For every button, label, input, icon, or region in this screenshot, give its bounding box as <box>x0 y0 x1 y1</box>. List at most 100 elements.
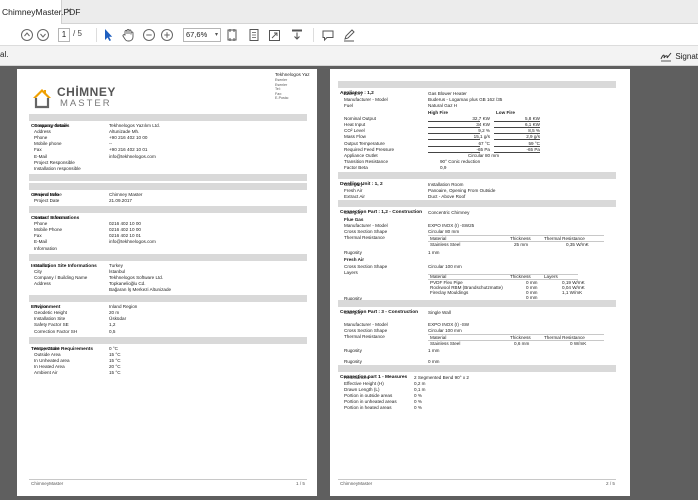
field-value: 20 m <box>109 310 120 316</box>
pen-icon[interactable] <box>342 27 356 43</box>
field-value: 1 mm <box>428 249 440 255</box>
field-label: Thermal Resistance <box>344 235 385 241</box>
field-value: 0216 402 10 00 <box>109 227 141 233</box>
field-value: 80 mm <box>485 153 500 158</box>
field-label: Installation responsible <box>34 165 81 171</box>
field-label: Drawn Length (L) <box>344 386 380 392</box>
page-number-input[interactable]: 1 <box>58 28 70 42</box>
zoom-level-value: 67,6% <box>186 30 208 39</box>
signature-button[interactable]: Signat <box>660 50 698 62</box>
field-value: Circular <box>468 153 484 158</box>
field-label: Required Feed Pressure <box>344 146 395 152</box>
field-value: info@tekhnelogos.com <box>109 239 156 245</box>
field-label: Manufacturer - Model <box>344 321 388 327</box>
field-value: 0216 402 10 00 <box>109 221 141 227</box>
single-page-icon[interactable] <box>248 27 260 43</box>
divider-line <box>338 479 616 480</box>
field-label: Category <box>344 309 363 315</box>
field-value: 0 % <box>414 399 422 404</box>
field-label: Information <box>34 245 57 251</box>
hand-tool-icon[interactable] <box>121 27 135 43</box>
field-value: 0 °C <box>109 345 118 351</box>
field-value: 15 °C <box>109 351 121 357</box>
field-label: Ambient Air <box>34 370 58 375</box>
close-tab-icon[interactable]: × <box>66 6 72 17</box>
comment-icon[interactable] <box>321 27 335 43</box>
field-label: E-Mail <box>34 239 48 245</box>
page-total: / 5 <box>73 29 82 38</box>
material-cell: Stainless Steel <box>430 241 461 247</box>
field-label: Manufacturer - Model <box>344 97 388 103</box>
field-value: Turkey <box>109 262 123 268</box>
field-label: Extract Air <box>344 194 365 199</box>
chevron-down-icon: ▾ <box>214 32 218 38</box>
zoom-in-icon[interactable] <box>160 27 174 43</box>
select-tool-icon[interactable] <box>102 27 114 43</box>
field-label: Thermal Resistance <box>344 334 385 340</box>
field-value: info@tekhnelogos.com <box>109 153 156 159</box>
field-label: Project Responsible <box>34 159 75 165</box>
field-label: Mass Flow <box>344 134 366 140</box>
field-value: -- <box>109 141 113 147</box>
field-label: Layers <box>344 269 358 275</box>
pdf-page-2: Appliance : 1,2 Category Gas Blower Heater… <box>330 69 630 496</box>
document-tab[interactable]: ChimneyMaster.PDF <box>0 0 80 24</box>
field-value: 0216 402 10 01 <box>109 233 141 239</box>
fit-page-icon[interactable] <box>226 27 238 43</box>
field-label: Category <box>344 181 363 187</box>
field-value: Üsküdar <box>109 316 127 322</box>
zoom-level-select[interactable]: 67,6% ▾ <box>183 28 221 42</box>
field-label: Portion in unheated areas <box>344 399 397 404</box>
thickness-cell: 0,6 mm <box>514 340 530 346</box>
fresh-air-label: Fresh Air <box>344 256 364 262</box>
chimney-master-logo-icon <box>33 89 51 109</box>
field-label: E-Mail <box>34 153 48 159</box>
field-value: 15 °C <box>109 357 121 363</box>
field-label: Project Date <box>34 197 60 203</box>
field-value: Concentric Chimney <box>428 210 470 216</box>
page-up-icon[interactable] <box>20 27 34 43</box>
header-address-line: E-Posta: <box>275 96 289 100</box>
field-label: Category <box>344 210 363 216</box>
toolbar-divider <box>313 28 314 42</box>
field-value: Single Wall <box>428 309 451 315</box>
field-label: Installation Site <box>34 316 66 322</box>
section-header: General Info <box>29 182 307 198</box>
document-viewport[interactable]: CHİMNEY MASTER Tekhnelogos Yaz Esenler Esenl… <box>0 66 698 500</box>
logo-bottom-text: MASTER <box>60 98 112 109</box>
tab-bar: ChimneyMaster.PDF × <box>0 0 698 24</box>
page-footer-left: ChimneyMaster <box>31 481 64 486</box>
field-value: 0,9 <box>440 165 447 171</box>
field-label: CO² Level <box>344 128 365 134</box>
field-label: Fax <box>34 147 42 153</box>
section-header: Connection Part : 1,2 - Construction <box>338 200 616 215</box>
field-label: Factor Beta <box>344 165 368 171</box>
field-value: Inland Region <box>109 304 138 310</box>
field-label: Rugosity <box>344 347 362 353</box>
field-label: Company Name <box>34 123 68 128</box>
field-value: Tekhnelogos Yazılım Ltd. <box>109 123 160 128</box>
header-address-line: Tekhnelogos Yaz <box>275 72 310 77</box>
field-value: 21.09.2017 <box>109 197 132 203</box>
field-value: 20 °C <box>109 363 121 369</box>
zoom-out-icon[interactable] <box>142 27 156 43</box>
section-header: Company details <box>29 114 307 129</box>
field-label: Cross Section Shape <box>344 263 388 269</box>
signature-icon <box>660 52 672 62</box>
field-label: Company / Building Name <box>34 274 88 280</box>
field-value: Topkanelioğlu Cd. <box>109 280 146 286</box>
page-footer-right: 2 / 5 <box>606 481 615 486</box>
field-value: 0,5 <box>109 328 116 334</box>
fullscreen-icon[interactable] <box>268 27 281 43</box>
page-down-icon[interactable] <box>36 27 50 43</box>
field-value: Circular 100 mm <box>428 263 462 269</box>
download-icon[interactable] <box>290 27 304 43</box>
section-header: Temperature Requirements <box>29 336 307 352</box>
field-value: 0,1 m <box>414 386 426 392</box>
high-fire-header: High Fire <box>428 109 448 115</box>
section-header: Dwelling Unit : 1, 2 <box>338 171 616 187</box>
field-label: Appliance Outlet <box>344 153 378 158</box>
field-label: Address <box>34 129 51 135</box>
field-label: Country <box>34 262 51 268</box>
field-label: Name / Surname <box>34 215 69 220</box>
